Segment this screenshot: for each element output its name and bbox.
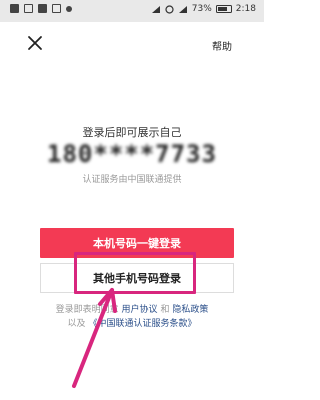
pointer-arrow-annotation	[72, 288, 117, 388]
